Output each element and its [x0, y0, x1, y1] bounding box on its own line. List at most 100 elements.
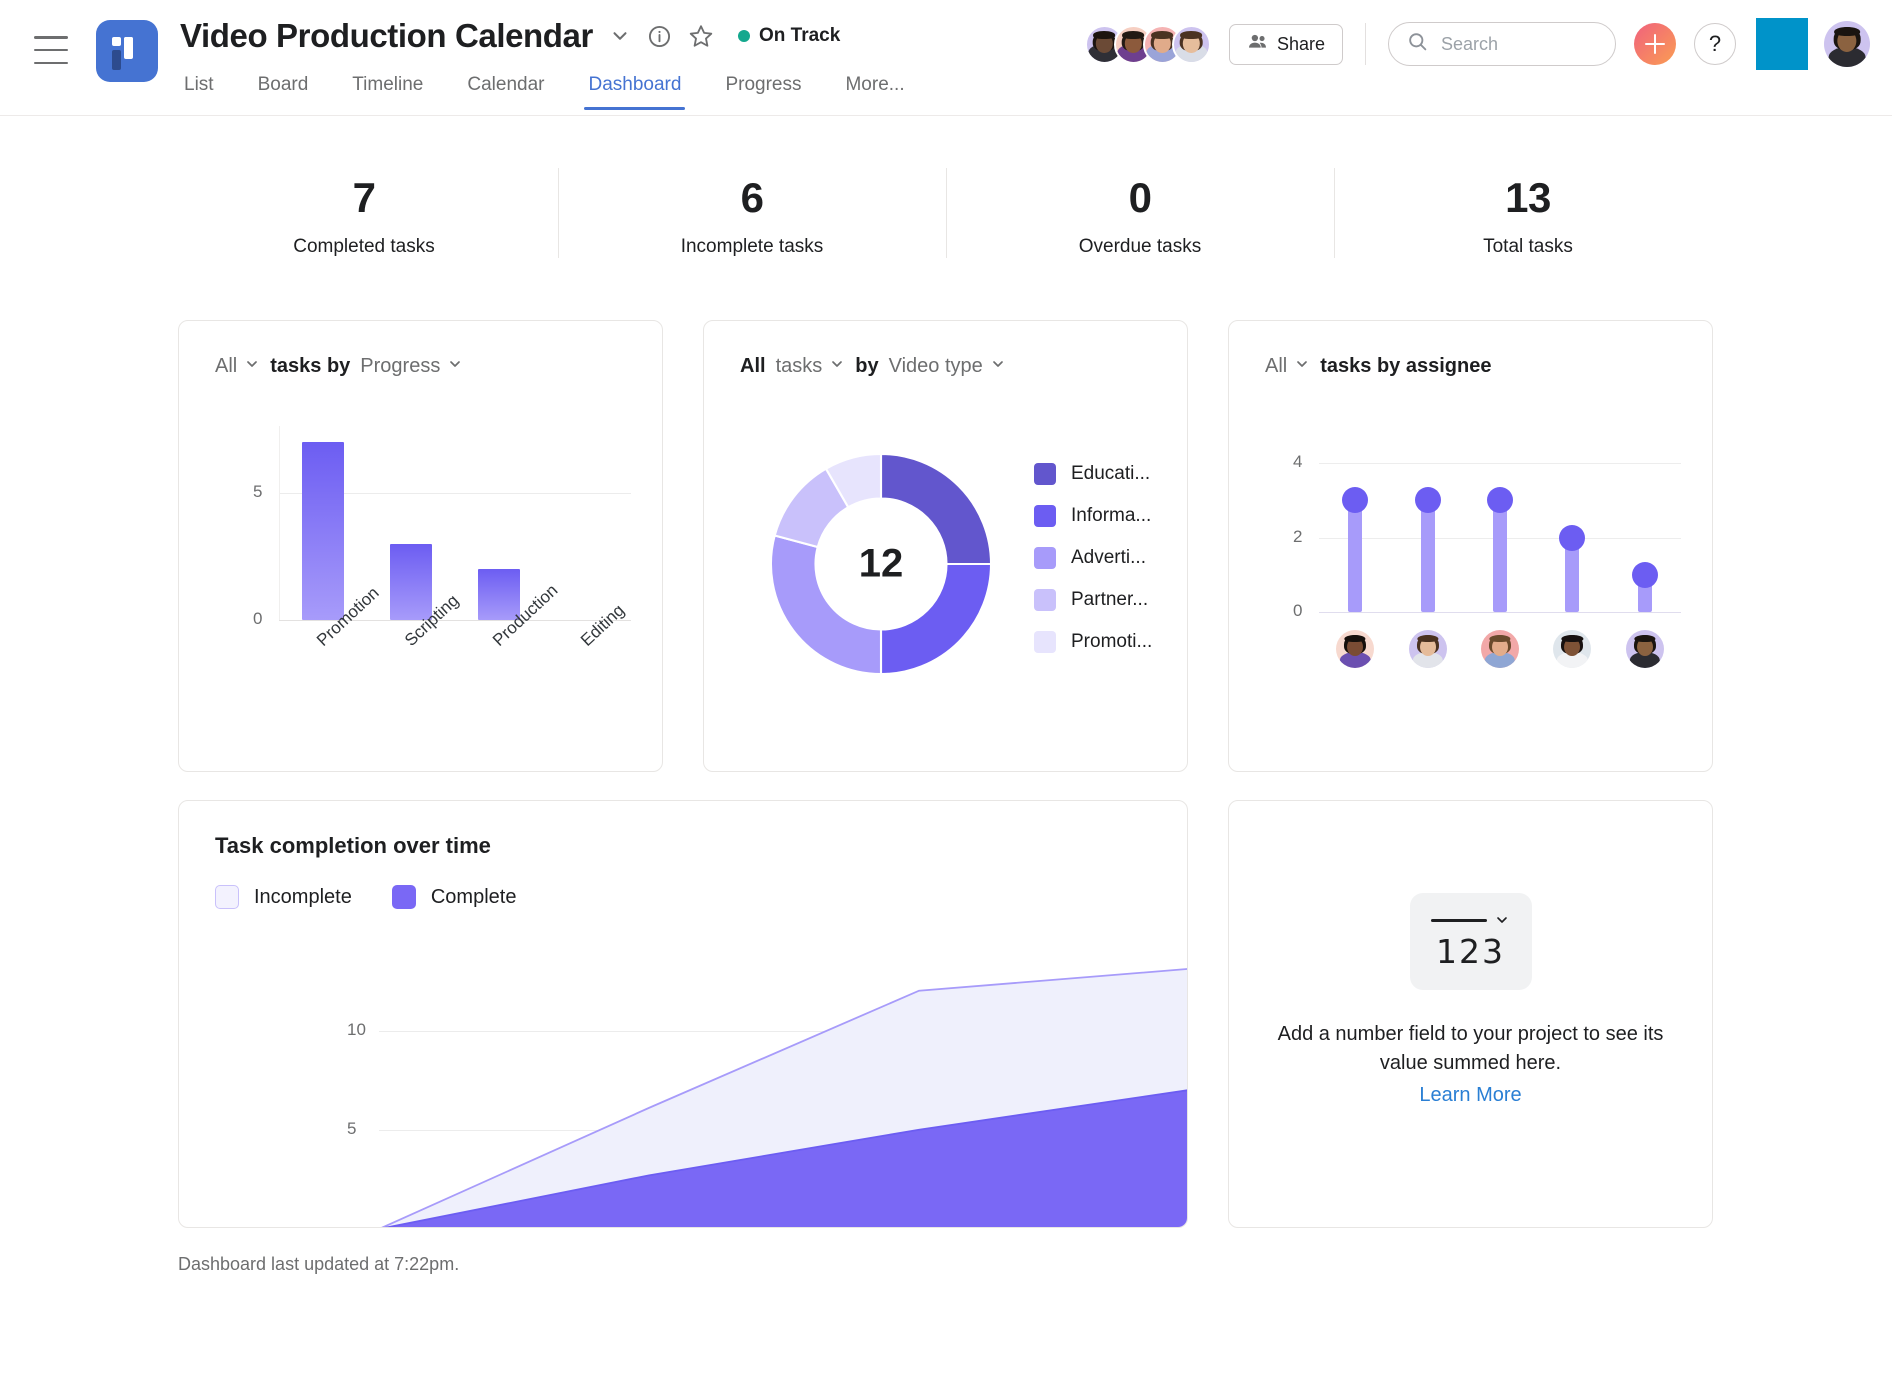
donut-chart: 12: [750, 433, 1012, 695]
avatar[interactable]: [1336, 630, 1375, 669]
stat-label: Incomplete tasks: [680, 236, 824, 258]
area-chart: 5 10: [179, 939, 1187, 1228]
bar-filter-label: All: [215, 355, 238, 378]
lollipop-dot[interactable]: [1559, 524, 1586, 551]
legend-swatch: [1034, 505, 1056, 528]
assignee-avatar[interactable]: [1408, 630, 1447, 669]
member-avatar-stack[interactable]: [1084, 24, 1211, 64]
chart-card-tasks-by-assignee: All tasks by assignee 0 2 4: [1228, 320, 1713, 773]
star-outline-icon[interactable]: [688, 23, 714, 49]
stat-label: Total tasks: [1483, 236, 1573, 258]
summary-stats-row: 7 Completed tasks 6 Incomplete tasks 0 Overdu…: [170, 164, 1722, 264]
avatar[interactable]: [1481, 630, 1519, 669]
search-icon: [1407, 31, 1428, 57]
donut-card-header: All tasks by Video type: [704, 321, 1187, 378]
avatar[interactable]: [1553, 630, 1592, 669]
avatar[interactable]: [1408, 630, 1447, 669]
lollipop-dot[interactable]: [1487, 487, 1513, 514]
y-axis-tick: 4: [1293, 451, 1303, 471]
share-label: Share: [1276, 33, 1325, 54]
donut-unit-label: tasks: [775, 355, 823, 378]
legend-item[interactable]: Complete: [391, 885, 516, 910]
title-row: Video Production Calendar On Track: [180, 10, 927, 62]
bar[interactable]: [302, 441, 344, 621]
legend-item[interactable]: Educati...: [1034, 463, 1152, 486]
search-input[interactable]: Search: [1388, 22, 1616, 66]
chevron-down-icon[interactable]: [609, 25, 631, 47]
donut-unit-select[interactable]: tasks: [776, 355, 846, 378]
legend-item[interactable]: Partner...: [1034, 589, 1152, 612]
status-label: On Track: [758, 25, 841, 46]
bar[interactable]: [390, 543, 432, 621]
stat-card: 13 Total tasks: [1334, 164, 1722, 264]
bar-midtext: tasks by: [270, 355, 351, 378]
assignee-avatar[interactable]: [1481, 630, 1519, 669]
tab-timeline[interactable]: Timeline: [330, 68, 445, 110]
donut-legend: Educati... Informa... Adverti... Partner...…: [1034, 463, 1152, 654]
donut-groupby-select[interactable]: Video type: [889, 355, 1006, 378]
legend-label: Partner...: [1071, 589, 1149, 611]
legend-item[interactable]: Incomplete: [215, 885, 352, 910]
number-field-empty-card: 123 Add a number field to your project t…: [1228, 800, 1713, 1229]
bar-groupby-label: Progress: [360, 355, 441, 378]
chevron-down-icon: [1294, 355, 1310, 378]
legend-item[interactable]: Adverti...: [1034, 547, 1152, 570]
stat-card: 6 Incomplete tasks: [558, 164, 946, 264]
legend-swatch: [215, 885, 239, 910]
stat-card: 7 Completed tasks: [170, 164, 558, 264]
bar-groupby-select[interactable]: Progress: [360, 355, 463, 378]
tab-more[interactable]: More...: [823, 68, 926, 110]
assignee-avatar[interactable]: [1625, 630, 1664, 669]
info-circle-icon[interactable]: [647, 24, 672, 49]
donut-filter-label: All: [740, 355, 766, 378]
legend-item[interactable]: Informa...: [1034, 505, 1152, 528]
chevron-down-icon: [1497, 917, 1507, 924]
add-button[interactable]: [1634, 23, 1676, 65]
assignee-avatar[interactable]: [1553, 630, 1592, 669]
lollipop-stem[interactable]: [1420, 500, 1435, 613]
tab-calendar[interactable]: Calendar: [445, 68, 566, 110]
legend-label: Informa...: [1071, 505, 1152, 527]
header-divider: [1365, 23, 1366, 65]
share-button[interactable]: Share: [1228, 23, 1343, 65]
app-switcher-square[interactable]: [1756, 18, 1808, 70]
assignee-avatar[interactable]: [1336, 630, 1375, 669]
legend-swatch: [1034, 631, 1056, 654]
avatar[interactable]: [1824, 21, 1870, 67]
lollipop-stem[interactable]: [1348, 500, 1363, 613]
tab-list[interactable]: List: [180, 68, 236, 110]
lollipop-dot[interactable]: [1414, 487, 1441, 514]
search-placeholder: Search: [1441, 33, 1499, 54]
tab-progress[interactable]: Progress: [703, 68, 823, 110]
lollipop-dot[interactable]: [1342, 487, 1369, 514]
stat-value: 0: [1128, 174, 1152, 221]
hamburger-menu-icon[interactable]: [34, 36, 68, 64]
number-field-icon: 123: [1409, 893, 1532, 991]
area-chart-svg: [381, 968, 1187, 1228]
tab-dashboard[interactable]: Dashboard: [566, 68, 703, 110]
assignee-card-header: All tasks by assignee: [1229, 321, 1712, 378]
learn-more-link[interactable]: Learn More: [1229, 1084, 1712, 1107]
legend-item[interactable]: Promoti...: [1034, 631, 1152, 654]
status-badge[interactable]: On Track: [737, 25, 841, 47]
gridline: [1319, 612, 1681, 614]
stat-label: Overdue tasks: [1078, 236, 1202, 258]
bar-filter-select[interactable]: All: [215, 355, 260, 378]
stat-value: 13: [1505, 174, 1551, 221]
help-button[interactable]: ?: [1694, 23, 1736, 65]
tab-board[interactable]: Board: [236, 68, 331, 110]
lollipop-stem[interactable]: [1493, 500, 1507, 613]
legend-label: Adverti...: [1071, 547, 1146, 569]
avatar[interactable]: [1625, 630, 1664, 669]
avatar[interactable]: [1171, 24, 1211, 64]
legend-label: Incomplete: [254, 885, 352, 908]
project-board-icon: [96, 20, 158, 82]
people-icon: [1247, 31, 1268, 57]
top-header-bar: Video Production Calendar On Track List B…: [0, 0, 1892, 116]
assignee-filter-select[interactable]: All: [1265, 355, 1310, 378]
assignee-filter-label: All: [1265, 355, 1288, 378]
stat-label: Completed tasks: [293, 236, 435, 258]
dashboard-row-top: All tasks by Progress 0 5 Promotion Scripti…: [178, 320, 1717, 773]
lollipop-dot[interactable]: [1631, 561, 1658, 588]
chevron-down-icon: [990, 355, 1006, 378]
